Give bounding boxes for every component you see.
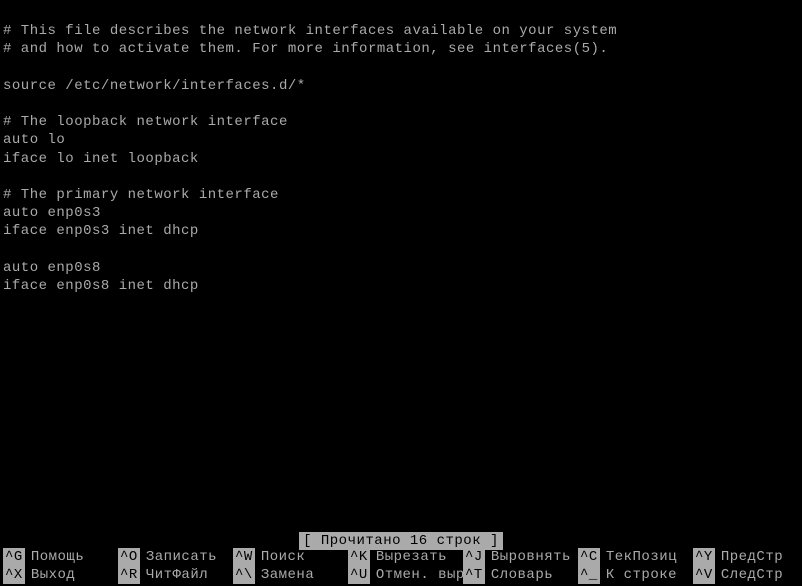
shortcut-label: СледСтр <box>721 566 783 584</box>
shortcut-prevpage[interactable]: ^Y ПредСтр <box>693 548 802 566</box>
shortcut-key: ^Y <box>693 548 715 566</box>
shortcut-label: Выход <box>31 566 76 584</box>
shortcut-label: Отмен. выре <box>376 566 463 584</box>
shortcut-cut[interactable]: ^K Вырезать <box>348 548 463 566</box>
file-line: iface enp0s8 inet dhcp <box>3 278 199 294</box>
shortcut-label: Выровнять <box>491 548 571 566</box>
shortcut-bar: ^G Помощь ^O Записать ^W Поиск ^K Выреза… <box>0 548 802 586</box>
shortcut-justify[interactable]: ^J Выровнять <box>463 548 578 566</box>
shortcut-key: ^_ <box>578 566 600 584</box>
file-line: iface lo inet loopback <box>3 151 199 167</box>
shortcut-spell[interactable]: ^T Словарь <box>463 566 578 584</box>
shortcut-key: ^K <box>348 548 370 566</box>
shortcut-nextpage[interactable]: ^V СледСтр <box>693 566 802 584</box>
shortcut-gotoline[interactable]: ^_ К строке <box>578 566 693 584</box>
shortcut-key: ^C <box>578 548 600 566</box>
shortcut-key: ^G <box>3 548 25 566</box>
shortcut-label: К строке <box>606 566 677 584</box>
file-line: # The loopback network interface <box>3 114 288 130</box>
shortcut-writeout[interactable]: ^O Записать <box>118 548 233 566</box>
shortcut-search[interactable]: ^W Поиск <box>233 548 348 566</box>
shortcut-label: Помощь <box>31 548 84 566</box>
shortcut-row-1: ^G Помощь ^O Записать ^W Поиск ^K Выреза… <box>3 548 799 566</box>
shortcut-label: Записать <box>146 548 217 566</box>
file-line: # and how to activate them. For more inf… <box>3 41 608 57</box>
shortcut-row-2: ^X Выход ^R ЧитФайл ^\ Замена ^U Отмен. … <box>3 566 799 584</box>
shortcut-key: ^W <box>233 548 255 566</box>
shortcut-key: ^V <box>693 566 715 584</box>
shortcut-label: ЧитФайл <box>146 566 208 584</box>
editor-content[interactable]: # This file describes the network interf… <box>0 0 802 299</box>
shortcut-label: ПредСтр <box>721 548 783 566</box>
file-line: auto lo <box>3 132 65 148</box>
shortcut-key: ^J <box>463 548 485 566</box>
shortcut-help[interactable]: ^G Помощь <box>3 548 118 566</box>
shortcut-key: ^O <box>118 548 140 566</box>
file-line: iface enp0s3 inet dhcp <box>3 223 199 239</box>
shortcut-label: Замена <box>261 566 314 584</box>
shortcut-key: ^R <box>118 566 140 584</box>
shortcut-label: Словарь <box>491 566 553 584</box>
shortcut-key: ^U <box>348 566 370 584</box>
file-line: # This file describes the network interf… <box>3 23 617 39</box>
shortcut-replace[interactable]: ^\ Замена <box>233 566 348 584</box>
file-line: auto enp0s8 <box>3 260 101 276</box>
file-line: source /etc/network/interfaces.d/* <box>3 78 306 94</box>
shortcut-key: ^X <box>3 566 25 584</box>
shortcut-label: Поиск <box>261 548 306 566</box>
shortcut-label: Вырезать <box>376 548 447 566</box>
shortcut-readfile[interactable]: ^R ЧитФайл <box>118 566 233 584</box>
shortcut-uncut[interactable]: ^U Отмен. выре <box>348 566 463 584</box>
shortcut-label: ТекПозиц <box>606 548 677 566</box>
file-line: # The primary network interface <box>3 187 279 203</box>
shortcut-exit[interactable]: ^X Выход <box>3 566 118 584</box>
file-line: auto enp0s3 <box>3 205 101 221</box>
shortcut-key: ^\ <box>233 566 255 584</box>
shortcut-key: ^T <box>463 566 485 584</box>
shortcut-curpos[interactable]: ^C ТекПозиц <box>578 548 693 566</box>
